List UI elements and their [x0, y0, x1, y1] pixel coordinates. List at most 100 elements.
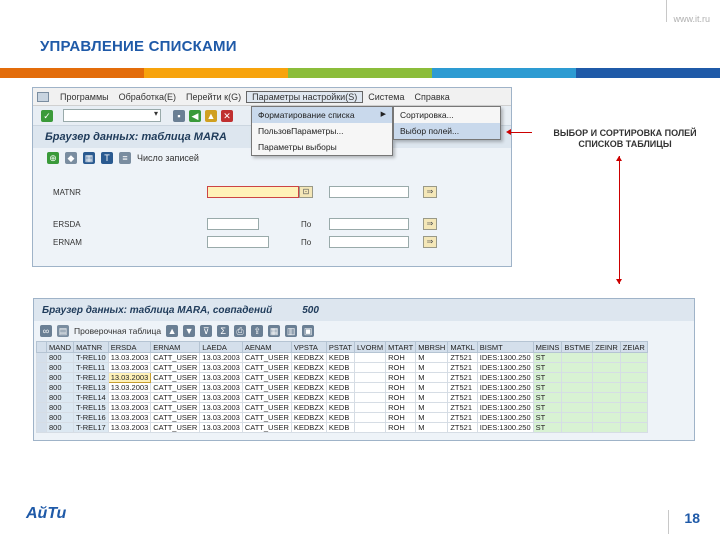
table-row[interactable]: 800 T-REL12 13.03.2003 CATT_USER 13.03.2003 C… — [36, 372, 648, 383]
table-cell[interactable]: 13.03.2003 — [107, 402, 152, 413]
row-selector[interactable] — [36, 422, 47, 433]
table-cell[interactable] — [592, 352, 621, 363]
row-selector[interactable] — [36, 382, 47, 393]
table-cell[interactable]: ZT521 — [447, 422, 478, 433]
command-field[interactable] — [63, 109, 161, 122]
table-cell[interactable]: 13.03.2003 — [199, 352, 243, 363]
sort-asc-icon[interactable]: ▲ — [166, 325, 179, 337]
table-cell[interactable] — [619, 352, 648, 363]
table-cell[interactable] — [561, 402, 594, 413]
table-cell[interactable]: M — [415, 372, 449, 383]
table-cell[interactable]: ST — [532, 402, 563, 413]
table-cell[interactable]: IDES:1300.250 — [476, 422, 534, 433]
menu-item-edit[interactable]: Обработка(E) — [114, 92, 181, 102]
table-cell[interactable]: IDES:1300.250 — [476, 362, 534, 373]
table-cell[interactable]: ZT521 — [447, 412, 478, 423]
table-cell[interactable]: ZT521 — [447, 382, 478, 393]
table-cell[interactable]: KEDB — [325, 362, 355, 373]
glasses-icon[interactable]: ∞ — [40, 325, 52, 337]
table-cell[interactable]: ST — [532, 382, 563, 393]
column-header[interactable]: MBRSH — [415, 341, 449, 353]
table-cell[interactable]: 13.03.2003 — [199, 412, 243, 423]
table-cell[interactable]: 13.03.2003 — [199, 392, 243, 403]
column-header[interactable]: ZEIAR — [619, 341, 648, 353]
table-cell[interactable] — [353, 402, 387, 413]
choose-layout-icon[interactable]: ▥ — [285, 325, 298, 337]
table-cell[interactable]: IDES:1300.250 — [476, 412, 534, 423]
column-header[interactable]: MEINS — [532, 341, 563, 353]
table-cell[interactable] — [592, 362, 621, 373]
table-row[interactable]: 800 T-REL13 13.03.2003 CATT_USER 13.03.2003 C… — [36, 382, 648, 393]
table-cell[interactable]: KEDBZX — [290, 362, 327, 373]
table-cell[interactable]: 13.03.2003 — [107, 362, 152, 373]
table-cell[interactable]: 13.03.2003 — [107, 392, 152, 403]
table-cell[interactable] — [619, 382, 648, 393]
menu-item-choose-fields[interactable]: Выбор полей... — [394, 123, 500, 139]
table-cell[interactable]: ZT521 — [447, 392, 478, 403]
table-cell[interactable] — [561, 382, 594, 393]
table-cell[interactable]: KEDB — [325, 352, 355, 363]
table-cell[interactable]: KEDBZX — [290, 422, 327, 433]
row-selector[interactable] — [36, 352, 47, 363]
table-cell[interactable]: ROH — [385, 422, 417, 433]
table-cell[interactable]: CATT_USER — [150, 372, 201, 383]
table-cell[interactable]: CATT_USER — [241, 422, 292, 433]
table-cell[interactable]: M — [415, 352, 449, 363]
table-cell[interactable]: 800 — [45, 352, 75, 363]
table-cell[interactable] — [353, 362, 387, 373]
save-layout-icon[interactable]: ▣ — [302, 325, 315, 337]
cancel-icon[interactable]: ✕ — [221, 109, 233, 122]
column-header[interactable]: AENAM — [241, 341, 292, 353]
table-cell[interactable] — [592, 372, 621, 383]
table-cell[interactable]: KEDB — [325, 412, 355, 423]
menu-item-system[interactable]: Система — [363, 92, 409, 102]
table-cell[interactable]: CATT_USER — [241, 412, 292, 423]
table-cell[interactable]: T-REL12 — [73, 372, 109, 383]
back-icon[interactable]: ◀ — [189, 109, 201, 122]
table-cell[interactable]: ST — [532, 392, 563, 403]
ernam-to-input[interactable] — [329, 236, 409, 248]
menu-item-user-parameters[interactable]: ПользовПараметры... — [252, 123, 392, 139]
table-cell[interactable] — [561, 392, 594, 403]
matnr-from-input[interactable] — [207, 186, 299, 198]
table-cell[interactable]: IDES:1300.250 — [476, 372, 534, 383]
table-cell[interactable] — [353, 392, 387, 403]
ersda-to-input[interactable] — [329, 218, 409, 230]
execute-icon[interactable]: ⊕ — [47, 152, 59, 164]
table-cell[interactable]: CATT_USER — [150, 422, 201, 433]
table-cell[interactable]: 800 — [45, 422, 75, 433]
table-cell[interactable]: KEDB — [325, 382, 355, 393]
table-cell[interactable]: ROH — [385, 382, 417, 393]
table-cell[interactable] — [592, 422, 621, 433]
table-cell[interactable] — [353, 412, 387, 423]
menu-item-settings[interactable]: Параметры настройки(S) — [246, 90, 364, 103]
table-cell[interactable]: CATT_USER — [150, 352, 201, 363]
check-table-icon[interactable]: ▤ — [57, 325, 69, 337]
column-header[interactable]: LAEDA — [199, 341, 243, 353]
table-cell[interactable]: 800 — [45, 382, 75, 393]
table-cell[interactable]: CATT_USER — [150, 382, 201, 393]
table-cell[interactable] — [619, 422, 648, 433]
column-header[interactable]: BSTME — [561, 341, 594, 353]
column-header[interactable]: MAND — [45, 341, 75, 353]
table-cell[interactable]: CATT_USER — [150, 392, 201, 403]
column-header[interactable]: BISMT — [476, 341, 534, 353]
table-cell[interactable] — [353, 352, 387, 363]
column-header[interactable]: MTART — [385, 341, 417, 353]
table-cell[interactable] — [619, 402, 648, 413]
table-cell[interactable] — [592, 382, 621, 393]
table-cell[interactable]: M — [415, 382, 449, 393]
row-selector[interactable] — [36, 412, 47, 423]
check-table-button[interactable]: Проверочная таблица — [74, 326, 161, 336]
filter-icon[interactable]: ⊽ — [200, 325, 213, 337]
table-cell[interactable]: 13.03.2003 — [199, 402, 243, 413]
table-cell[interactable]: IDES:1300.250 — [476, 392, 534, 403]
table-cell[interactable] — [619, 392, 648, 403]
table-row[interactable]: 800 T-REL16 13.03.2003 CATT_USER 13.03.2003 C… — [36, 412, 648, 423]
grid-icon[interactable]: ▦ — [83, 152, 95, 164]
table-cell[interactable]: M — [415, 402, 449, 413]
ersda-from-input[interactable] — [207, 218, 259, 230]
table-cell[interactable]: 800 — [45, 362, 75, 373]
row-selector[interactable] — [36, 362, 47, 373]
column-header[interactable]: VPSTA — [290, 341, 327, 353]
